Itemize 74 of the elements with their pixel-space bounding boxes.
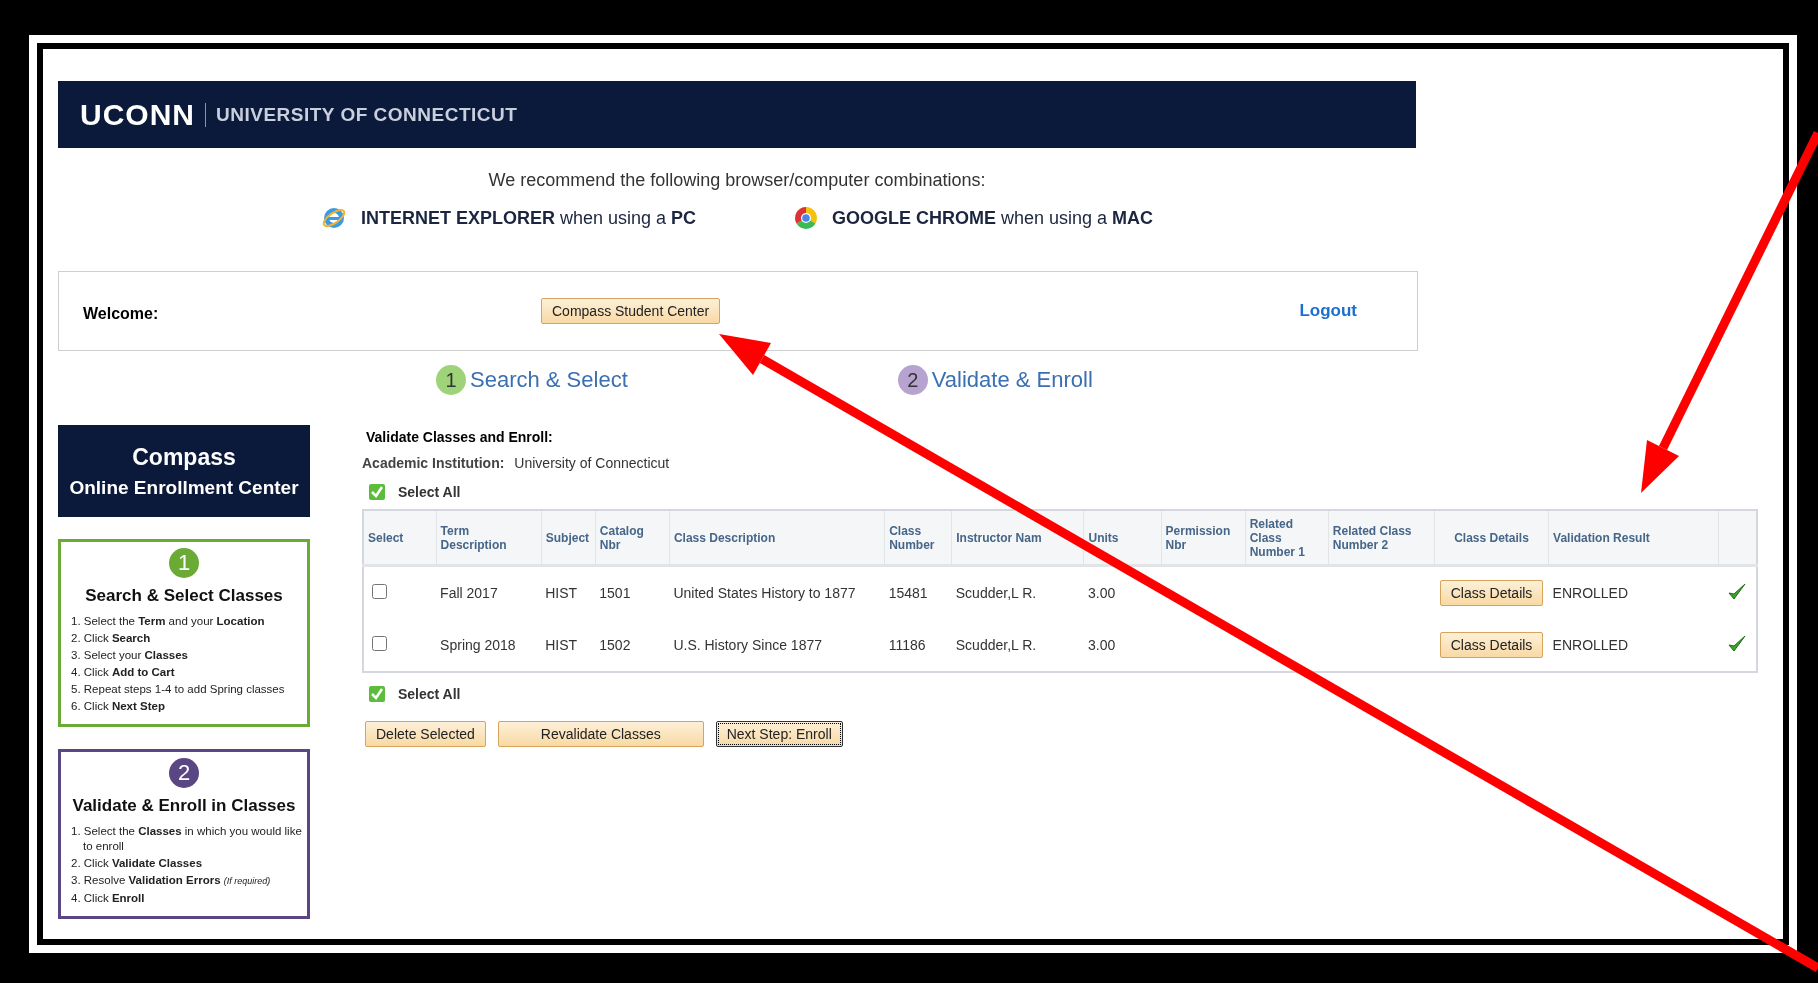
step-label: Validate & Enroll bbox=[931, 367, 1093, 393]
table-cell: 11186 bbox=[884, 619, 952, 672]
check-icon bbox=[1727, 581, 1748, 602]
section-title: Validate Classes and Enroll: bbox=[366, 429, 554, 445]
instruction-item: 1. Select the Classes in which you would like to enroll bbox=[71, 824, 303, 854]
chrome-icon bbox=[794, 206, 818, 230]
column-header: Class Number bbox=[884, 510, 952, 566]
instruction-item: 4. Click Add to Cart bbox=[71, 665, 176, 680]
panel-title: Search & Select Classes bbox=[85, 586, 283, 606]
institution-value: University of Connecticut bbox=[514, 455, 670, 471]
browser-recommendation: INTERNET EXPLORER when using a PC bbox=[360, 207, 696, 229]
table-cell: Fall 2017 bbox=[436, 565, 542, 619]
panel-title: Validate & Enroll in Classes bbox=[72, 796, 296, 816]
check-icon bbox=[1727, 633, 1748, 654]
column-header: Class Details bbox=[1434, 510, 1549, 566]
class-details-button[interactable]: Class Details bbox=[1439, 632, 1544, 658]
student-center-button[interactable]: Compass Student Center bbox=[541, 298, 721, 324]
step-number: 1 bbox=[436, 365, 466, 395]
step-number: 1 bbox=[169, 548, 199, 578]
step-number: 2 bbox=[169, 758, 199, 788]
checked-checkbox-icon[interactable] bbox=[368, 685, 386, 703]
column-header: Related Class Number 2 bbox=[1328, 510, 1435, 566]
table-cell: 1502 bbox=[595, 619, 670, 672]
welcome-label: Welcome: bbox=[83, 304, 160, 323]
action-button[interactable]: Next Step: Enroll bbox=[715, 721, 843, 747]
instruction-item: 4. Click Enroll bbox=[71, 891, 146, 906]
action-button[interactable]: Delete Selected bbox=[365, 721, 486, 747]
step-label: Search & Select bbox=[470, 367, 628, 393]
column-header: Validation Result bbox=[1548, 510, 1719, 566]
instruction-item: 1. Select the Term and your Location bbox=[71, 614, 266, 629]
sidebar-title: Compass bbox=[132, 443, 236, 471]
column-header: Permission Nbr bbox=[1161, 510, 1246, 566]
step-number: 2 bbox=[897, 365, 928, 395]
university-name: UNIVERSITY OF CONNECTICUT bbox=[216, 103, 518, 126]
row-checkbox[interactable] bbox=[372, 584, 387, 599]
table-cell: Scudder,L R. bbox=[951, 565, 1084, 619]
table-cell: United States History to 1877 bbox=[669, 565, 885, 619]
column-header: Select bbox=[363, 510, 437, 566]
table-cell: 15481 bbox=[884, 565, 952, 619]
select-all-label: Select All bbox=[398, 484, 461, 500]
row-checkbox[interactable] bbox=[372, 636, 387, 651]
table-cell: HIST bbox=[541, 565, 596, 619]
instruction-item: 6. Click Next Step bbox=[71, 699, 166, 714]
column-header: Subject bbox=[541, 510, 596, 566]
browser-recommendation: GOOGLE CHROME when using a MAC bbox=[832, 207, 1154, 229]
institution-label: Academic Institution: bbox=[362, 455, 505, 471]
instruction-item: 2. Click Search bbox=[71, 631, 152, 646]
table-cell: 3.00 bbox=[1083, 565, 1162, 619]
select-all-label: Select All bbox=[398, 686, 461, 702]
checked-checkbox-icon[interactable] bbox=[368, 483, 386, 501]
instruction-item: 3. Resolve Validation Errors (If required) bbox=[71, 873, 272, 888]
table-cell: ENROLLED bbox=[1548, 565, 1719, 619]
table-cell: 3.00 bbox=[1083, 619, 1162, 672]
action-button[interactable]: Revalidate Classes bbox=[497, 721, 704, 747]
table-cell: HIST bbox=[541, 619, 596, 672]
table-cell: U.S. History Since 1877 bbox=[669, 619, 885, 672]
logo: UCONN bbox=[80, 97, 195, 132]
recommendation-text: We recommend the following browser/computer combinations: bbox=[488, 170, 986, 191]
table-cell: 1501 bbox=[595, 565, 670, 619]
table-cell: Spring 2018 bbox=[436, 619, 542, 672]
sidebar-subtitle: Online Enrollment Center bbox=[69, 476, 299, 499]
instruction-item: 5. Repeat steps 1-4 to add Spring classes bbox=[71, 682, 286, 697]
column-header: Instructor Nam bbox=[951, 510, 1084, 566]
class-details-button[interactable]: Class Details bbox=[1439, 580, 1544, 606]
column-header: Term Description bbox=[436, 510, 542, 566]
instruction-item: 2. Click Validate Classes bbox=[71, 856, 204, 871]
column-header: Related Class Number 1 bbox=[1245, 510, 1329, 566]
internet-explorer-icon bbox=[320, 205, 347, 231]
logout-link[interactable]: Logout bbox=[1299, 301, 1357, 321]
column-header: Catalog Nbr bbox=[595, 510, 670, 566]
column-header: Class Description bbox=[669, 510, 885, 566]
table-cell: Scudder,L R. bbox=[951, 619, 1084, 672]
table-cell: ENROLLED bbox=[1548, 619, 1719, 672]
instruction-item: 3. Select your Classes bbox=[71, 648, 189, 663]
